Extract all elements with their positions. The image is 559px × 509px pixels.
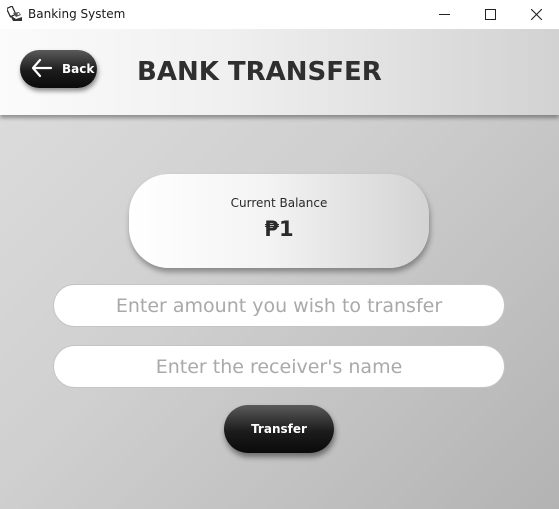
balance-value: ₱1 <box>264 217 294 241</box>
app-content: Back BANK TRANSFER Current Balance ₱1 Tr… <box>0 29 559 509</box>
balance-label: Current Balance <box>230 196 328 210</box>
back-button[interactable]: Back <box>20 50 97 88</box>
minimize-icon <box>438 5 450 24</box>
maximize-button[interactable] <box>467 0 513 29</box>
window-titlebar: Banking System <box>0 0 559 29</box>
header-bar: Back BANK TRANSFER <box>0 29 559 115</box>
receiver-name-input[interactable] <box>53 345 505 388</box>
close-icon <box>530 5 542 24</box>
minimize-button[interactable] <box>421 0 467 29</box>
amount-input[interactable] <box>53 284 505 327</box>
balance-card: Current Balance ₱1 <box>129 174 429 268</box>
maximize-icon <box>484 5 496 24</box>
transfer-button-label: Transfer <box>251 422 307 436</box>
transfer-button[interactable]: Transfer <box>224 405 334 453</box>
window-title: Banking System <box>28 7 126 21</box>
back-button-label: Back <box>62 62 95 76</box>
arrow-left-icon <box>31 58 53 78</box>
page-title: BANK TRANSFER <box>137 57 382 87</box>
atm-card-icon <box>5 5 24 22</box>
close-button[interactable] <box>513 0 559 29</box>
